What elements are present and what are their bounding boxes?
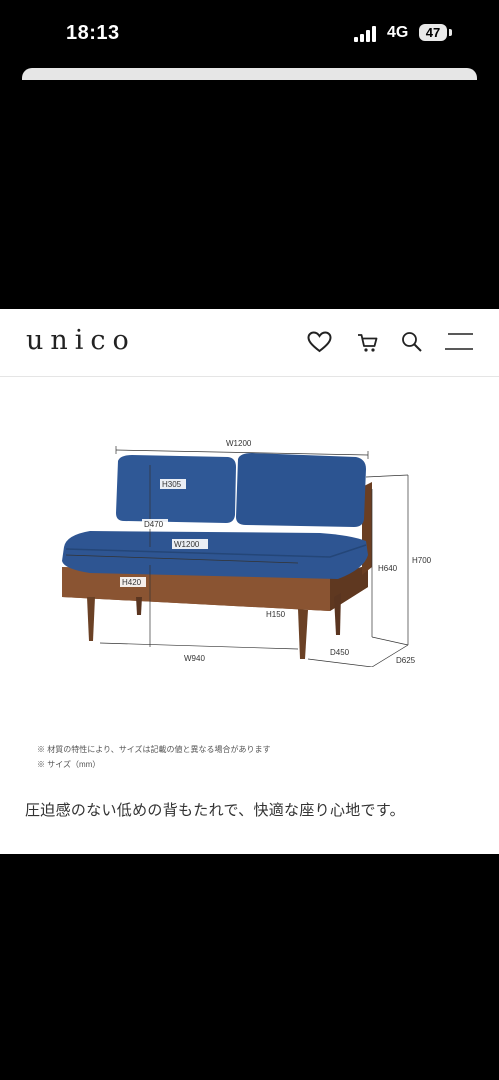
search-icon[interactable] bbox=[401, 331, 423, 353]
page-content: unico W1200 H305 D470 W1200 H420 H150 W9… bbox=[0, 309, 499, 854]
site-header: unico bbox=[0, 309, 499, 376]
dim-leg-height: H150 bbox=[266, 610, 286, 619]
dim-back-height: H305 bbox=[162, 480, 182, 489]
sheet-mask bbox=[22, 80, 477, 90]
sofa-dimension-diagram: W1200 H305 D470 W1200 H420 H150 W940 H64… bbox=[62, 439, 432, 667]
heart-icon[interactable] bbox=[307, 331, 332, 353]
status-bar: 18:13 4G 47 bbox=[0, 0, 499, 66]
battery-tip bbox=[449, 29, 452, 36]
note-line: ※ サイズ（mm） bbox=[37, 760, 101, 769]
dim-total-height: H700 bbox=[412, 556, 432, 565]
battery-icon: 47 bbox=[419, 24, 447, 41]
dim-inner-depth: D450 bbox=[330, 648, 350, 657]
note-line: ※ 材質の特性により、サイズは記載の値と異なる場合があります bbox=[37, 745, 271, 754]
status-time: 18:13 bbox=[66, 22, 120, 44]
sofa-leg bbox=[87, 597, 95, 641]
header-divider bbox=[0, 376, 499, 377]
dim-seat-height: H420 bbox=[122, 578, 142, 587]
dim-top-width: W1200 bbox=[226, 439, 252, 448]
dim-seat-depth: D470 bbox=[144, 520, 164, 529]
sofa-leg bbox=[334, 593, 341, 635]
signal-icon bbox=[354, 26, 376, 42]
dim-inner-width: W940 bbox=[184, 654, 205, 663]
dim-arm-height: H640 bbox=[378, 564, 398, 573]
site-logo[interactable]: unico bbox=[26, 325, 136, 356]
cart-icon[interactable] bbox=[357, 333, 379, 353]
network-type: 4G bbox=[387, 24, 409, 41]
dim-seat-width: W1200 bbox=[174, 540, 200, 549]
size-notes: ※ 材質の特性により、サイズは記載の値と異なる場合があります ※ サイズ（mm） bbox=[37, 742, 271, 772]
sofa-leg bbox=[136, 597, 142, 615]
menu-icon[interactable] bbox=[444, 332, 474, 352]
sofa-leg bbox=[298, 609, 308, 659]
dim-total-depth: D625 bbox=[396, 656, 416, 665]
sofa-seat-cushion bbox=[62, 531, 368, 579]
product-caption: 圧迫感のない低めの背もたれで、快適な座り心地です。 bbox=[25, 802, 405, 819]
sofa-back-cushion bbox=[236, 453, 366, 527]
